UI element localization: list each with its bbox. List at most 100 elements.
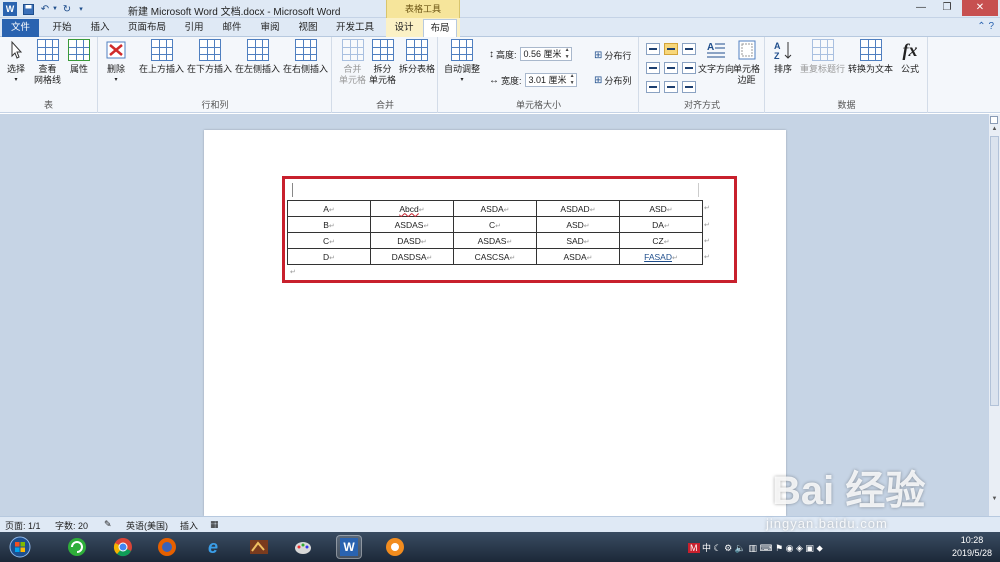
- text-direction-button[interactable]: A 文字方向: [698, 39, 734, 75]
- internet-explorer-icon[interactable]: e: [200, 535, 226, 559]
- tray-app-icon[interactable]: ▣: [805, 543, 814, 553]
- settings-icon[interactable]: ⚙: [724, 543, 732, 553]
- chrome-icon[interactable]: [110, 535, 136, 559]
- tab-review[interactable]: 审阅: [254, 19, 286, 37]
- properties-button[interactable]: 属性: [68, 39, 90, 75]
- view-gridlines-button[interactable]: 查看 网格线: [34, 39, 61, 86]
- word-taskbar-icon[interactable]: W: [336, 535, 362, 559]
- group-alignment: A 文字方向 单元格 边距 对齐方式: [640, 37, 765, 113]
- proofing-icon[interactable]: ✎: [104, 519, 112, 530]
- tab-home[interactable]: 开始: [46, 19, 78, 37]
- align-top-left-icon[interactable]: [646, 43, 660, 55]
- repeat-header-rows-button[interactable]: 重复标题行: [800, 39, 845, 75]
- tab-references[interactable]: 引用: [178, 19, 210, 37]
- height-control: ↕ 高度: 0.56 厘米: [489, 47, 572, 61]
- page-count[interactable]: 页面: 1/1: [5, 519, 41, 532]
- tab-mailings[interactable]: 邮件: [216, 19, 248, 37]
- undo-dropdown-icon[interactable]: ▼: [51, 2, 59, 16]
- tray-app-icon[interactable]: ⬥: [816, 543, 822, 553]
- restore-icon[interactable]: ❐: [934, 0, 960, 16]
- align-top-center-icon[interactable]: [664, 43, 678, 55]
- merge-cells-icon: [341, 39, 364, 61]
- formula-fx-icon: fx: [902, 40, 918, 60]
- chevron-down-icon: ▾: [14, 77, 18, 83]
- insert-left-button[interactable]: 在左侧插入: [235, 39, 280, 75]
- align-top-right-icon[interactable]: [682, 43, 696, 55]
- tab-file[interactable]: 文件: [2, 19, 39, 37]
- watermark-url: jingyan.baidu.com: [766, 516, 888, 531]
- moon-icon[interactable]: ☾: [714, 543, 722, 553]
- ime-icon[interactable]: M: [688, 543, 700, 553]
- tray-app-icon[interactable]: ◉: [786, 543, 794, 553]
- autofit-button[interactable]: 自动调整 ▾: [444, 39, 480, 86]
- align-bottom-right-icon[interactable]: [682, 81, 696, 93]
- minimize-icon[interactable]: —: [908, 0, 934, 16]
- split-cells-button[interactable]: 拆分 单元格: [369, 39, 396, 86]
- insert-below-button[interactable]: 在下方插入: [187, 39, 232, 75]
- firefox-icon[interactable]: [154, 535, 180, 559]
- delete-button[interactable]: 删除 ▾: [105, 39, 127, 86]
- align-middle-left-icon[interactable]: [646, 62, 660, 74]
- split-table-button[interactable]: 拆分表格: [399, 39, 435, 75]
- customize-qat-icon[interactable]: ▾: [76, 2, 86, 16]
- height-spinner[interactable]: 0.56 厘米: [519, 47, 572, 61]
- width-spinner[interactable]: 3.01 厘米: [524, 73, 577, 87]
- group-label-table: 表: [43, 100, 53, 110]
- distribute-columns-button[interactable]: ⊞ 分布列: [594, 74, 631, 87]
- select-button[interactable]: 选择 ▾: [5, 39, 27, 86]
- undo-icon[interactable]: ↶: [38, 2, 52, 16]
- word-count[interactable]: 字数: 20: [55, 519, 88, 532]
- cell-margins-button[interactable]: 单元格 边距: [733, 39, 760, 86]
- align-bottom-left-icon[interactable]: [646, 81, 660, 93]
- distribute-rows-button[interactable]: ⊞ 分布行: [594, 49, 631, 62]
- volume-icon[interactable]: 🔈: [735, 543, 746, 553]
- network-icon[interactable]: ▥: [748, 543, 757, 553]
- tab-page-layout[interactable]: 页面布局: [122, 19, 172, 37]
- ime-mode-text[interactable]: 中: [702, 543, 711, 553]
- tray-app-icon[interactable]: ◈: [796, 543, 803, 553]
- ruler-toggle-icon[interactable]: [990, 116, 998, 124]
- word-app-icon[interactable]: W: [3, 2, 17, 16]
- convert-to-text-button[interactable]: 转换为文本: [848, 39, 893, 75]
- merge-cells-button[interactable]: 合并 单元格: [339, 39, 366, 86]
- help-icon[interactable]: ⌃ ?: [977, 21, 994, 32]
- vertical-scrollbar[interactable]: ▲ ▼: [988, 114, 1000, 516]
- svg-text:A: A: [707, 42, 714, 53]
- svg-text:Z: Z: [774, 51, 780, 61]
- align-middle-center-icon[interactable]: [664, 62, 678, 74]
- tab-developer[interactable]: 开发工具: [330, 19, 380, 37]
- start-button-icon[interactable]: [6, 535, 34, 559]
- macro-record-icon[interactable]: ▦: [210, 519, 219, 530]
- insert-above-button[interactable]: 在上方插入: [139, 39, 184, 75]
- group-label-alignment: 对齐方式: [683, 100, 720, 110]
- save-icon[interactable]: [21, 2, 35, 16]
- media-app-icon[interactable]: [382, 535, 408, 559]
- scroll-up-icon[interactable]: ▲: [989, 124, 1000, 134]
- keyboard-icon[interactable]: ⌨: [760, 543, 773, 553]
- tab-layout[interactable]: 布局: [423, 19, 457, 37]
- sort-button[interactable]: AZ 排序: [772, 39, 794, 75]
- align-middle-right-icon[interactable]: [682, 62, 696, 74]
- paint-app-icon[interactable]: [290, 535, 316, 559]
- notification-icon[interactable]: ⚑: [775, 543, 783, 553]
- text-direction-icon: A: [707, 42, 725, 58]
- game-app-icon[interactable]: [246, 535, 272, 559]
- align-bottom-center-icon[interactable]: [664, 81, 678, 93]
- refresh-app-icon[interactable]: [64, 535, 90, 559]
- formula-button[interactable]: fx 公式: [899, 39, 921, 75]
- redo-icon[interactable]: ↻: [60, 2, 74, 16]
- tab-view[interactable]: 视图: [292, 19, 324, 37]
- select-cursor-icon: [11, 40, 23, 59]
- tab-design[interactable]: 设计: [388, 19, 420, 37]
- close-icon[interactable]: ✕: [962, 0, 998, 16]
- scrollbar-thumb[interactable]: [990, 136, 999, 406]
- convert-to-text-icon: [859, 39, 882, 61]
- insert-mode[interactable]: 插入: [180, 519, 198, 532]
- insert-right-button[interactable]: 在右侧插入: [283, 39, 328, 75]
- tab-insert[interactable]: 插入: [84, 19, 116, 37]
- baidu-jingyan-watermark: Bai 经验 jingyan.baidu.com: [752, 452, 982, 542]
- scroll-down-icon[interactable]: ▼: [989, 494, 1000, 504]
- group-label-cell-size: 单元格大小: [515, 100, 561, 110]
- insert-row-above-icon: [150, 39, 173, 61]
- language-indicator[interactable]: 英语(美国): [126, 519, 168, 532]
